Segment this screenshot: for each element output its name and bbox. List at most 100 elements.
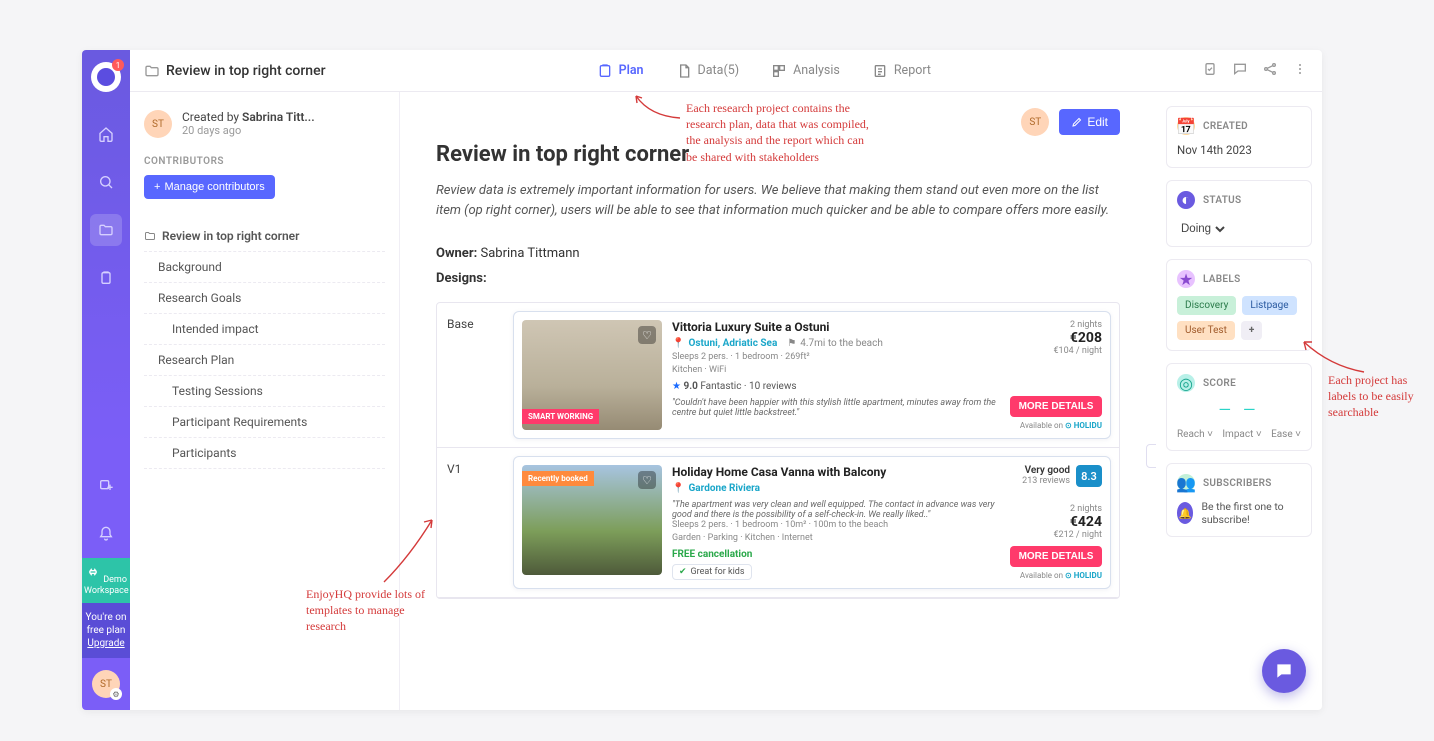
more-details-button[interactable]: MORE DETAILS xyxy=(1010,396,1102,417)
target-icon: ◎ xyxy=(1177,374,1195,392)
status-select[interactable]: Doing xyxy=(1177,222,1228,236)
status-card: ◐ STATUS Doing xyxy=(1166,180,1312,247)
outline-root[interactable]: Review in top right corner xyxy=(144,221,385,252)
chat-icon xyxy=(1274,661,1294,681)
creator-name: Sabrina Titt... xyxy=(242,110,315,124)
designs-heading: Designs: xyxy=(436,271,487,286)
labels-card: ★ LABELS Discovery Listpage User Test + xyxy=(1166,259,1312,351)
manage-contributors-button[interactable]: +Manage contributors xyxy=(144,175,275,199)
gear-icon: ⚙ xyxy=(110,688,122,700)
outline-item[interactable]: Research Goals xyxy=(144,283,385,314)
outline-item[interactable]: Intended impact xyxy=(144,314,385,345)
pin-icon: 📍 xyxy=(672,338,684,349)
workspace-badge[interactable]: DemoWorkspace xyxy=(82,558,130,603)
heart-icon[interactable]: ♡ xyxy=(638,326,656,344)
share-icon[interactable] xyxy=(1262,61,1278,81)
heart-icon[interactable]: ♡ xyxy=(638,471,656,489)
comment-icon[interactable] xyxy=(1232,61,1248,81)
tab-report[interactable]: Report xyxy=(872,63,931,79)
people-icon: 👥 xyxy=(1177,474,1195,492)
more-details-button[interactable]: MORE DETAILS xyxy=(1010,546,1102,567)
contributors-heading: CONTRIBUTORS xyxy=(144,156,385,167)
analysis-icon xyxy=(771,63,787,79)
creator-block: ST Created by Sabrina Titt... 20 days ag… xyxy=(144,110,385,138)
project-intro: Review data is extremely important infor… xyxy=(436,181,1120,220)
score-placeholder: — — xyxy=(1177,400,1301,419)
main-content: ST Edit Review in top right corner Revie… xyxy=(400,92,1156,710)
folder-icon xyxy=(144,63,160,79)
design-row-v1: V1 ♡ Recently booked Holiday Home Casa V… xyxy=(437,448,1119,598)
calendar-icon: 📅 xyxy=(1177,117,1195,135)
left-rail: 1 DemoWorkspace You're on free plan Upgr… xyxy=(82,50,130,710)
tab-data[interactable]: Data(5) xyxy=(676,63,740,79)
outline-tree: Review in top right corner BackgroundRes… xyxy=(144,221,385,469)
app-logo[interactable]: 1 xyxy=(91,62,121,92)
listing-card: ♡ Recently booked Holiday Home Casa Vann… xyxy=(513,456,1111,589)
recently-booked-badge: Recently booked xyxy=(522,471,594,486)
design-row-base: Base ♡ SMART WORKING Vittoria Luxury Sui… xyxy=(437,303,1119,448)
topbar: Review in top right corner Plan Data(5) … xyxy=(130,50,1322,92)
subscribers-empty: Be the first one to subscribe! xyxy=(1201,500,1301,526)
outline-item[interactable]: Background xyxy=(144,252,385,283)
add-icon[interactable] xyxy=(90,470,122,502)
created-card: 📅 CREATED Nov 14th 2023 xyxy=(1166,106,1312,168)
designs-table: Base ♡ SMART WORKING Vittoria Luxury Sui… xyxy=(436,302,1120,599)
score-ease[interactable]: Ease ˅ xyxy=(1271,429,1301,440)
chat-fab-button[interactable] xyxy=(1262,649,1306,693)
upgrade-banner[interactable]: You're on free plan Upgrade xyxy=(82,603,130,658)
breadcrumb[interactable]: Review in top right corner xyxy=(144,63,326,79)
subscribers-card: 👥 SUBSCRIBERS 🔔 Be the first one to subs… xyxy=(1166,463,1312,537)
clipboard-icon[interactable] xyxy=(90,262,122,294)
outline-item[interactable]: Participants xyxy=(144,438,385,469)
label-chip[interactable]: User Test xyxy=(1177,321,1235,340)
label-chip[interactable]: Listpage xyxy=(1242,296,1296,315)
folder-icon xyxy=(144,230,156,242)
owner-avatar: ST xyxy=(1021,108,1049,136)
tab-plan[interactable]: Plan xyxy=(597,63,644,79)
user-avatar[interactable]: ST ⚙ xyxy=(92,670,120,698)
edit-button[interactable]: Edit xyxy=(1059,109,1120,135)
project-title: Review in top right corner xyxy=(436,142,1120,167)
label-chip[interactable]: Discovery xyxy=(1177,296,1236,315)
app-window: Review in top right corner Plan Data(5) … xyxy=(82,50,1322,710)
upgrade-link[interactable]: Upgrade xyxy=(87,638,124,649)
clipboard-action-icon[interactable] xyxy=(1202,61,1218,81)
more-icon[interactable] xyxy=(1292,61,1308,81)
score-reach[interactable]: Reach ˅ xyxy=(1177,429,1213,440)
score-impact[interactable]: Impact ˅ xyxy=(1222,429,1261,440)
add-label-button[interactable]: + xyxy=(1241,321,1262,340)
listing-title[interactable]: Vittoria Luxury Suite a Ostuni xyxy=(672,320,1000,334)
tag-icon: ★ xyxy=(1177,270,1195,288)
listing-image[interactable]: ♡ SMART WORKING xyxy=(522,320,662,430)
owner-name: Sabrina Tittmann xyxy=(480,246,579,261)
right-panel: 📅 CREATED Nov 14th 2023 ◐ STATUS Doing xyxy=(1156,92,1322,710)
status-icon: ◐ xyxy=(1177,191,1195,209)
variant-label: Base xyxy=(437,303,505,447)
listing-card: ♡ SMART WORKING Vittoria Luxury Suite a … xyxy=(513,311,1111,439)
check-icon: ✔ xyxy=(679,567,687,577)
listing-title[interactable]: Holiday Home Casa Vanna with Balcony xyxy=(672,465,1000,479)
tab-analysis[interactable]: Analysis xyxy=(771,63,840,79)
variant-label: V1 xyxy=(437,448,505,597)
page-title: Review in top right corner xyxy=(166,63,326,79)
smartworking-badge: SMART WORKING xyxy=(522,409,599,424)
search-icon[interactable] xyxy=(90,166,122,198)
annotation-right: Each project has labels to be easily sea… xyxy=(1328,372,1424,421)
creator-avatar: ST xyxy=(144,110,172,138)
outline-item[interactable]: Testing Sessions xyxy=(144,376,385,407)
pencil-icon xyxy=(1071,116,1083,128)
flag-icon: ⚑ xyxy=(787,338,796,349)
home-icon[interactable] xyxy=(90,118,122,150)
report-icon xyxy=(872,63,888,79)
notification-badge: 1 xyxy=(112,59,124,71)
document-icon xyxy=(676,63,692,79)
listing-image[interactable]: ♡ Recently booked xyxy=(522,465,662,575)
folder-icon[interactable] xyxy=(90,214,122,246)
expand-sidebar-button[interactable]: › xyxy=(1146,444,1156,468)
outline-item[interactable]: Participant Requirements xyxy=(144,407,385,438)
outline-item[interactable]: Research Plan xyxy=(144,345,385,376)
left-panel: ST Created by Sabrina Titt... 20 days ag… xyxy=(130,92,400,710)
bell-icon[interactable] xyxy=(90,518,122,550)
subscribe-bell-icon[interactable]: 🔔 xyxy=(1177,502,1193,524)
score-card: ◎ SCORE — — Reach ˅ Impact ˅ Ease ˅ xyxy=(1166,363,1312,451)
